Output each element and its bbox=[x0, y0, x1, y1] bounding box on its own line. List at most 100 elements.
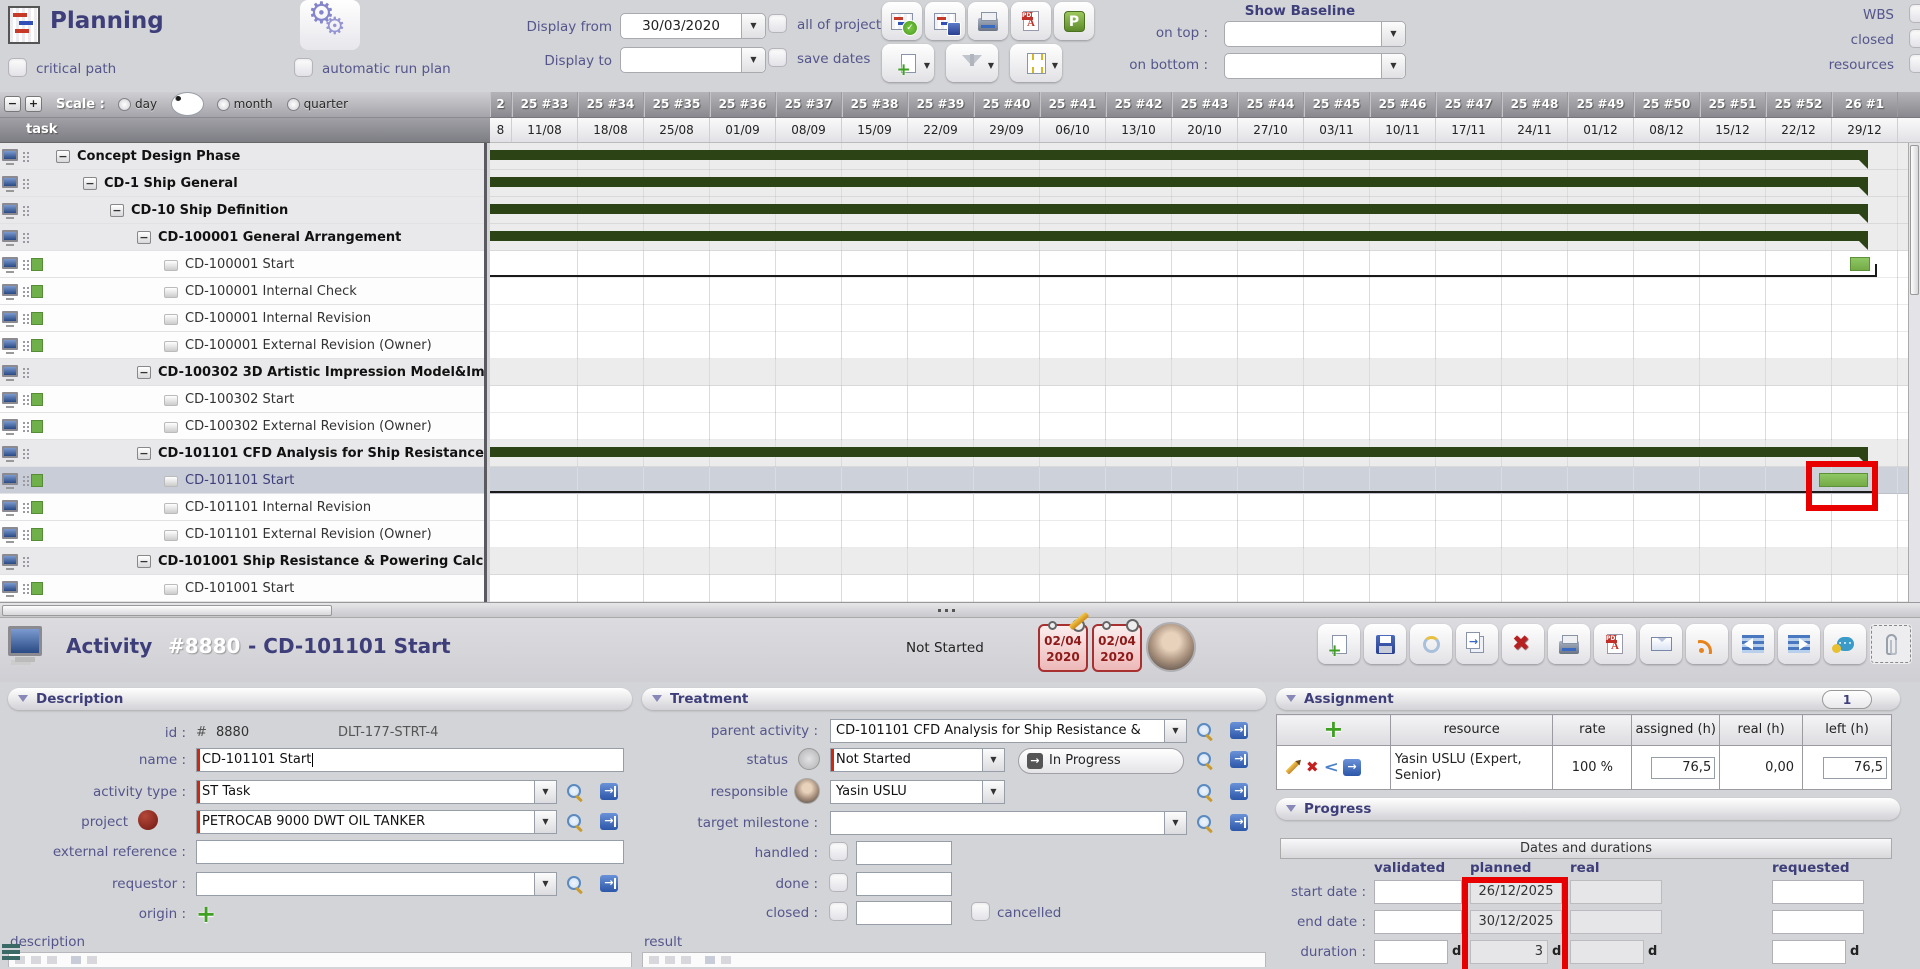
target-milestone-select[interactable] bbox=[830, 811, 1187, 835]
drag-handle-icon[interactable] bbox=[23, 152, 25, 154]
gantt-chart-row[interactable] bbox=[490, 548, 1908, 575]
drag-handle-icon[interactable] bbox=[23, 530, 25, 532]
requestor-select[interactable] bbox=[196, 872, 557, 896]
mail-button[interactable] bbox=[1640, 624, 1682, 664]
search-icon[interactable] bbox=[1197, 815, 1213, 831]
drag-handle-icon[interactable] bbox=[23, 395, 25, 397]
gantt-chart-row[interactable] bbox=[490, 521, 1908, 548]
delete-button[interactable] bbox=[1502, 624, 1544, 664]
result-editor[interactable] bbox=[642, 952, 1266, 967]
gantt-chart-row[interactable] bbox=[490, 467, 1908, 494]
scale-option-month[interactable]: month bbox=[217, 97, 273, 111]
move-right-button[interactable] bbox=[1778, 624, 1820, 664]
task-tree-row[interactable]: CD-100001 Internal Check bbox=[0, 278, 484, 305]
search-icon[interactable] bbox=[567, 814, 583, 830]
task-tree-row[interactable]: −CD-100001 General Arrangement bbox=[0, 224, 484, 251]
treatment-section-header[interactable]: Treatment bbox=[642, 688, 1266, 710]
gantt-chart-row[interactable] bbox=[490, 305, 1908, 332]
collapse-toggle[interactable]: − bbox=[56, 150, 70, 163]
task-tree-row[interactable]: −CD-100302 3D Artistic Impression Model&… bbox=[0, 359, 484, 386]
drag-handle-icon[interactable] bbox=[23, 584, 25, 586]
closed-date-input[interactable] bbox=[856, 901, 952, 925]
project-select[interactable]: PETROCAB 9000 DWT OIL TANKER bbox=[196, 810, 557, 834]
drag-handle-icon[interactable] bbox=[23, 260, 25, 262]
gantt-chart-row[interactable] bbox=[490, 494, 1908, 521]
search-icon[interactable] bbox=[1197, 784, 1213, 800]
pdf-button[interactable] bbox=[1011, 2, 1051, 40]
task-tree-row[interactable]: −CD-1 Ship General bbox=[0, 170, 484, 197]
baseline-on-top-select[interactable]: ▼ bbox=[1224, 21, 1406, 47]
task-tree-row[interactable]: −CD-101001 Ship Resistance & Powering Ca… bbox=[0, 548, 484, 575]
gantt-chart-row[interactable] bbox=[490, 170, 1908, 197]
copy-button[interactable] bbox=[1456, 624, 1498, 664]
drag-handle-icon[interactable] bbox=[23, 287, 25, 289]
vertical-scrollbar-thumb[interactable] bbox=[1910, 145, 1919, 295]
gantt-chart-row[interactable] bbox=[490, 440, 1908, 467]
external-reference-input[interactable] bbox=[196, 840, 624, 864]
task-tree-row[interactable]: CD-101101 External Revision (Owner) bbox=[0, 521, 484, 548]
collapse-triangle-icon[interactable] bbox=[18, 695, 28, 702]
assigned-hours-input[interactable]: 76,5 bbox=[1651, 757, 1715, 779]
progress-section-header[interactable]: Progress bbox=[1276, 798, 1900, 820]
done-checkbox[interactable] bbox=[829, 873, 848, 892]
gantt-chart-row[interactable] bbox=[490, 143, 1908, 170]
gantt-chart-row[interactable] bbox=[490, 386, 1908, 413]
goto-icon[interactable] bbox=[600, 783, 618, 800]
chevron-down-icon[interactable]: ▼ bbox=[741, 14, 765, 38]
task-tree-row[interactable]: CD-100302 External Revision (Owner) bbox=[0, 413, 484, 440]
gantt-save-button[interactable] bbox=[925, 2, 965, 40]
task-tree-row[interactable]: −CD-101101 CFD Analysis for Ship Resista… bbox=[0, 440, 484, 467]
gantt-chart-row[interactable] bbox=[490, 224, 1908, 251]
delete-icon[interactable]: ✖ bbox=[1306, 760, 1319, 775]
search-icon[interactable] bbox=[1197, 723, 1213, 739]
goto-icon[interactable] bbox=[1230, 814, 1248, 831]
drag-handle-icon[interactable] bbox=[23, 206, 25, 208]
cancelled-checkbox[interactable] bbox=[971, 902, 990, 921]
scale-option-week[interactable]: week bbox=[171, 97, 203, 111]
add-origin-icon[interactable]: + bbox=[196, 904, 216, 924]
collapse-toggle[interactable]: − bbox=[137, 555, 151, 568]
print-button[interactable] bbox=[1548, 624, 1590, 664]
filter-button[interactable]: ▼ bbox=[946, 44, 998, 82]
print-button[interactable] bbox=[968, 2, 1008, 40]
task-tree-row[interactable]: CD-100001 Internal Revision bbox=[0, 305, 484, 332]
pdf-button[interactable] bbox=[1594, 624, 1636, 664]
collapse-toggle[interactable]: − bbox=[137, 447, 151, 460]
name-input[interactable]: CD-101101 Start bbox=[196, 748, 624, 772]
drag-handle-icon[interactable] bbox=[23, 557, 25, 559]
add-resource-icon[interactable]: + bbox=[1323, 715, 1343, 743]
radio-week-icon[interactable] bbox=[171, 92, 204, 116]
chevron-down-icon[interactable]: ▼ bbox=[988, 61, 994, 70]
assignment-row[interactable]: ✖<Yasin USLU (Expert, Senior)100 %76,50,… bbox=[1277, 746, 1892, 790]
horizontal-splitter[interactable] bbox=[0, 602, 1920, 618]
drag-handle-icon[interactable] bbox=[23, 422, 25, 424]
drag-handle-icon[interactable] bbox=[23, 314, 25, 316]
activity-type-select[interactable]: ST Task bbox=[196, 780, 557, 804]
drag-handle-icon[interactable] bbox=[23, 476, 25, 478]
critical-path-checkbox[interactable] bbox=[8, 58, 27, 77]
gantt-chart-row[interactable] bbox=[490, 332, 1908, 359]
baseline-on-bottom-select[interactable]: ▼ bbox=[1224, 53, 1406, 79]
comment-button[interactable] bbox=[1824, 624, 1866, 664]
gantt-chart-row[interactable] bbox=[490, 278, 1908, 305]
drag-handle-icon[interactable] bbox=[23, 341, 25, 343]
chevron-down-icon[interactable]: ▼ bbox=[924, 61, 930, 70]
goto-icon[interactable] bbox=[1230, 722, 1248, 739]
ms-project-button[interactable] bbox=[1054, 2, 1094, 40]
attachment-button[interactable] bbox=[1870, 624, 1912, 664]
expand-all-button[interactable]: + bbox=[25, 96, 42, 112]
drag-handle-icon[interactable] bbox=[23, 449, 25, 451]
radio-day-icon[interactable] bbox=[118, 98, 131, 111]
scale-option-day[interactable]: day bbox=[118, 97, 157, 111]
edit-icon[interactable] bbox=[1285, 760, 1299, 774]
scale-option-quarter[interactable]: quarter bbox=[287, 97, 349, 111]
gantt-chart-row[interactable] bbox=[490, 197, 1908, 224]
drag-handle-icon[interactable] bbox=[23, 503, 25, 505]
rss-button[interactable] bbox=[1686, 624, 1728, 664]
validated-duration-field[interactable] bbox=[1374, 940, 1448, 964]
save-dates-checkbox[interactable] bbox=[768, 48, 787, 67]
collapse-toggle[interactable]: − bbox=[83, 177, 97, 190]
display-to-combobox[interactable]: ▼ bbox=[620, 47, 766, 73]
responsible-select[interactable]: Yasin USLU bbox=[830, 780, 1005, 804]
radio-month-icon[interactable] bbox=[217, 98, 230, 111]
